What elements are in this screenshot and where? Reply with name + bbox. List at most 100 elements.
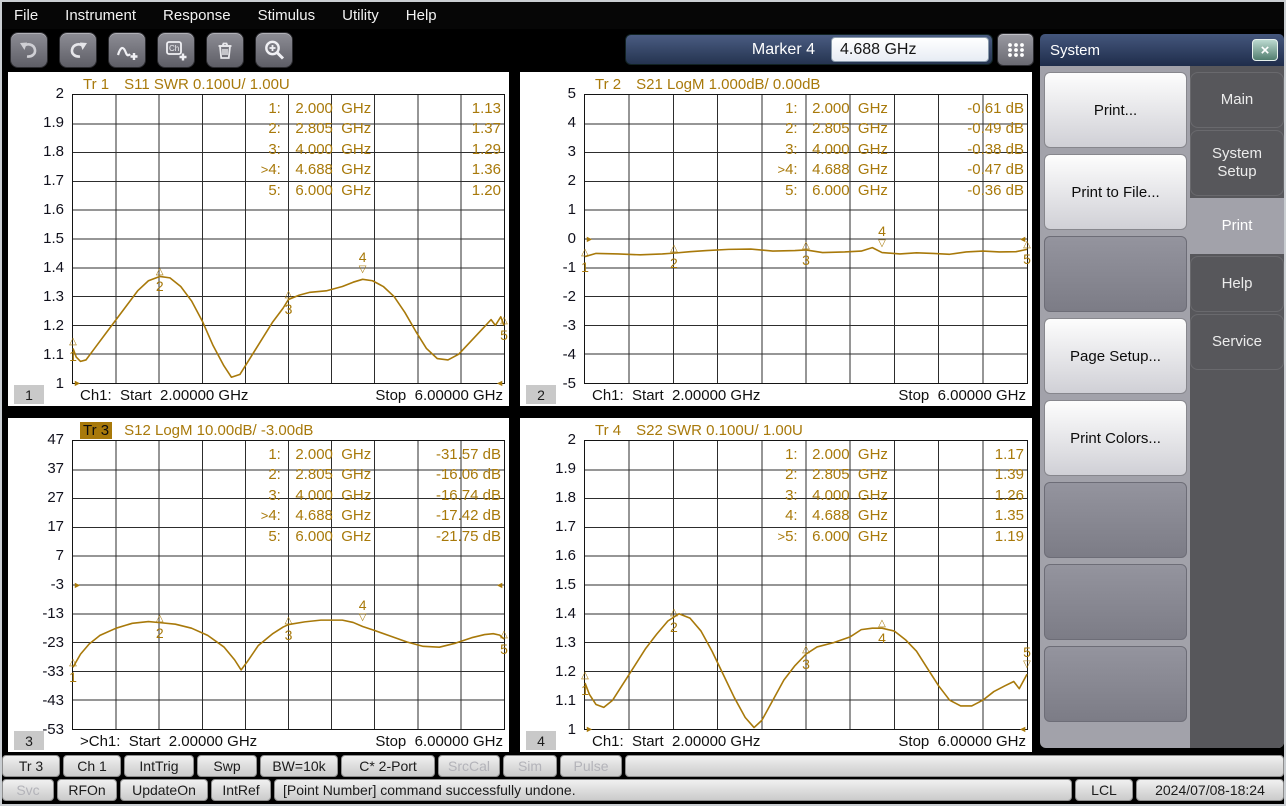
softkey-label: Print to File... xyxy=(1071,184,1159,201)
chart-footer: 4 Ch1: Start 2.00000 GHz Stop 6.00000 GHz xyxy=(520,730,1032,752)
delete-button[interactable] xyxy=(206,32,244,68)
plot-area[interactable]: ►◄△1△2△3△4▽51:2.000 GHz1.172:2.805 GHz1.… xyxy=(584,440,1028,730)
menu-item-utility[interactable]: Utility xyxy=(342,7,379,24)
close-button[interactable]: × xyxy=(1252,39,1278,61)
trace-badge[interactable]: Tr 3 xyxy=(80,422,112,439)
channel-badge[interactable]: 1 xyxy=(14,385,44,404)
channel-badge[interactable]: 4 xyxy=(526,731,556,750)
tab-service[interactable]: Service xyxy=(1190,314,1284,370)
keypad-button[interactable] xyxy=(997,33,1034,66)
status-srccal: SrcCal xyxy=(438,755,500,777)
marker-value: -16.74 dB xyxy=(436,487,501,504)
remote-status-lcl: LCL xyxy=(1075,779,1133,801)
status-c-2-port[interactable]: C* 2-Port xyxy=(341,755,435,777)
stimulus-stop-label: Stop 6.00000 GHz xyxy=(898,733,1026,750)
softkey-blank[interactable] xyxy=(1044,646,1187,722)
status-updateon[interactable]: UpdateOn xyxy=(120,779,208,801)
menu-item-help[interactable]: Help xyxy=(406,7,437,24)
status-tr-3[interactable]: Tr 3 xyxy=(2,755,60,777)
marker-frequency-input[interactable] xyxy=(831,37,989,62)
redo-button[interactable] xyxy=(59,32,97,68)
menu-item-instrument[interactable]: Instrument xyxy=(65,7,136,24)
y-axis-labels: 473727177-3-13-23-33-43-53 xyxy=(8,440,72,730)
plot-area[interactable]: ►◄△1△2△3▽4△51:2.000 GHz-31.57 dB2:2.805 … xyxy=(72,440,505,730)
marker-index: 4: xyxy=(268,161,295,178)
marker-row: 1:2.000 GHz-0.61 dB xyxy=(772,98,1024,119)
softkey-blank[interactable] xyxy=(1044,236,1187,312)
tab-system-setup[interactable]: System Setup xyxy=(1190,130,1284,196)
add-trace-icon xyxy=(115,38,139,62)
tab-help[interactable]: Help xyxy=(1190,256,1284,312)
status-ch-1[interactable]: Ch 1 xyxy=(63,755,121,777)
menu-item-file[interactable]: File xyxy=(14,7,38,24)
chart-quadrant-tr-2[interactable]: Tr 2S21 LogM 1.000dB/ 0.00dB543210-1-2-3… xyxy=(520,72,1032,406)
trace-badge[interactable]: Tr 1 xyxy=(80,76,112,93)
status-intref[interactable]: IntRef xyxy=(211,779,271,801)
plot-area[interactable]: ►◄△1△2△3▽4△51:2.000 GHz1.132:2.805 GHz1.… xyxy=(72,94,505,384)
marker-number: 1 xyxy=(69,349,77,363)
status-swp[interactable]: Swp xyxy=(197,755,257,777)
status-rfon[interactable]: RFOn xyxy=(57,779,117,801)
marker-frequency: 4.000 GHz xyxy=(812,487,995,504)
chart-quadrant-tr-1[interactable]: Tr 1S11 SWR 0.100U/ 1.00U21.91.81.71.61.… xyxy=(8,72,509,406)
tab-main[interactable]: Main xyxy=(1190,72,1284,128)
ref-level-arrow-left: ► xyxy=(73,378,82,388)
marker-triangle-icon: ▽ xyxy=(878,239,886,249)
softkey-blank[interactable] xyxy=(1044,482,1187,558)
plot-area[interactable]: ►◄△1△2△3▽4△51:2.000 GHz-0.61 dB2:2.805 G… xyxy=(584,94,1028,384)
undo-button[interactable] xyxy=(10,32,48,68)
menu-item-stimulus[interactable]: Stimulus xyxy=(258,7,316,24)
channel-badge[interactable]: 2 xyxy=(526,385,556,404)
marker-triangle-icon: △ xyxy=(500,630,508,640)
add-channel-button[interactable]: Ch xyxy=(157,32,195,68)
y-tick-label: -3 xyxy=(563,317,576,335)
marker-number: 3 xyxy=(802,253,810,267)
softkey-page-setup[interactable]: Page Setup... xyxy=(1044,318,1187,394)
trace-format-label: S21 LogM 1.000dB/ 0.00dB xyxy=(636,76,820,93)
marker-value: -21.75 dB xyxy=(436,528,501,545)
marker-index: 2: xyxy=(785,120,812,137)
softkey-blank[interactable] xyxy=(1044,564,1187,640)
marker-row: 2:2.805 GHz1.39 xyxy=(772,465,1024,486)
marker-number: 5 xyxy=(1023,252,1031,266)
marker-number: 4 xyxy=(878,224,886,238)
system-panel: System × Print... Print to File... Page Se… xyxy=(1040,34,1284,748)
status-bw-10k[interactable]: BW=10k xyxy=(260,755,338,777)
marker-index: 4: xyxy=(785,161,812,178)
ref-level-arrow-right: ◄ xyxy=(495,580,504,590)
trace-badge[interactable]: Tr 4 xyxy=(592,422,624,439)
marker-value: -0.49 dB xyxy=(967,120,1024,137)
marker-index: 1: xyxy=(268,446,295,463)
marker-number: 2 xyxy=(670,256,678,270)
softkey-print-to-file[interactable]: Print to File... xyxy=(1044,154,1187,230)
panel-title: System xyxy=(1050,42,1252,59)
marker-index: 5: xyxy=(785,182,812,199)
channel-badge[interactable]: 3 xyxy=(14,731,44,750)
marker-triangle-icon: △ xyxy=(802,645,810,655)
svg-text:Ch: Ch xyxy=(169,44,179,53)
marker-number: 3 xyxy=(802,657,810,671)
marker-value: 1.26 xyxy=(995,487,1024,504)
status-inttrig[interactable]: IntTrig xyxy=(124,755,194,777)
marker-triangle-icon: △ xyxy=(69,658,77,668)
y-tick-label: 1.5 xyxy=(555,576,576,594)
marker-triangle-icon: △ xyxy=(581,248,589,258)
zoom-button[interactable] xyxy=(255,32,293,68)
add-channel-icon: Ch xyxy=(164,38,188,62)
add-trace-button[interactable] xyxy=(108,32,146,68)
softkey-print-colors[interactable]: Print Colors... xyxy=(1044,400,1187,476)
chart-footer: 2Ch1: Start 2.00000 GHzStop 6.00000 GHz xyxy=(520,384,1032,406)
menu-item-response[interactable]: Response xyxy=(163,7,231,24)
stimulus-start-label: Ch1: Start 2.00000 GHz xyxy=(592,733,760,750)
y-tick-label: 2 xyxy=(56,85,64,103)
marker-row: >5:6.000 GHz1.19 xyxy=(772,526,1024,547)
trace-badge[interactable]: Tr 2 xyxy=(592,76,624,93)
y-tick-label: 1.1 xyxy=(555,692,576,710)
marker-table: 1:2.000 GHz-31.57 dB2:2.805 GHz-16.06 dB… xyxy=(255,444,501,547)
stimulus-stop-label: Stop 6.00000 GHz xyxy=(375,387,503,404)
y-tick-label: 37 xyxy=(47,460,64,478)
chart-quadrant-tr-3[interactable]: Tr 3S12 LogM 10.00dB/ -3.00dB473727177-3… xyxy=(8,418,509,752)
softkey-print[interactable]: Print... xyxy=(1044,72,1187,148)
chart-quadrant-tr-4[interactable]: Tr 4S22 SWR 0.100U/ 1.00U21.91.81.71.61.… xyxy=(520,418,1032,752)
tab-print[interactable]: Print xyxy=(1190,198,1284,254)
